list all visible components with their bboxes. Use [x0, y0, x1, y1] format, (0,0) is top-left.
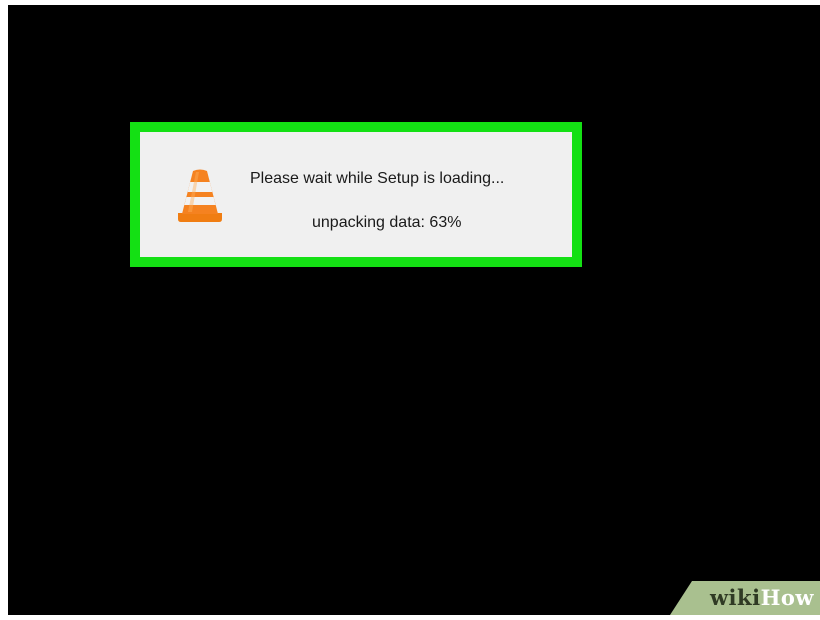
wikihow-watermark: wikiHow — [670, 581, 820, 615]
unpacking-status: unpacking data: 63% — [312, 214, 462, 231]
setup-splash-dialog: Please wait while Setup is loading... un… — [140, 132, 572, 257]
vlc-cone-icon — [178, 169, 222, 222]
highlight-frame: Please wait while Setup is loading... un… — [130, 122, 582, 267]
watermark-wiki: wiki — [709, 585, 761, 610]
watermark-how: How — [760, 585, 814, 610]
desktop-screen: Please wait while Setup is loading... un… — [8, 5, 820, 615]
watermark-text: wikiHow — [710, 585, 814, 610]
loading-message: Please wait while Setup is loading... — [250, 170, 505, 187]
